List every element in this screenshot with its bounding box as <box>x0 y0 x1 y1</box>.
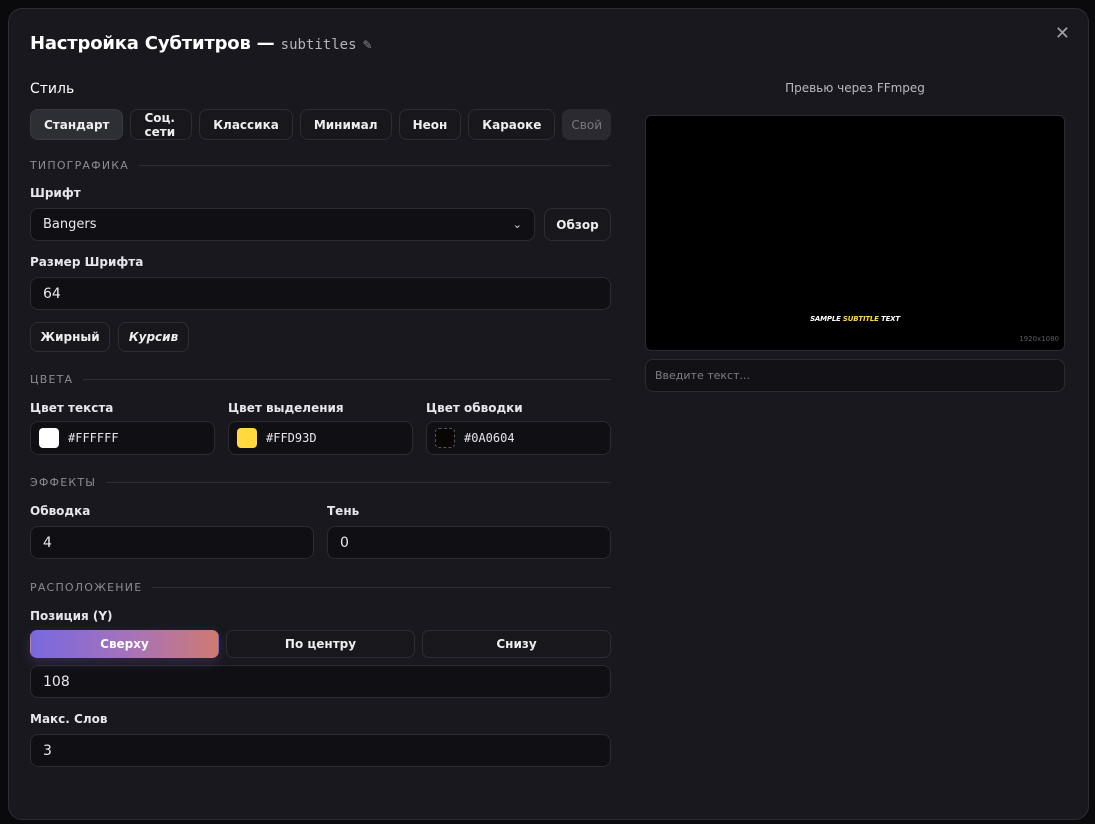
shadow-input[interactable]: 0 <box>327 526 611 559</box>
sample-text-start: SAMPLE <box>810 315 843 323</box>
max-words-label: Макс. Слов <box>30 712 108 726</box>
close-icon[interactable]: ✕ <box>1055 25 1070 43</box>
highlight-color-group: Цвет выделения #FFD93D <box>228 401 413 455</box>
preset-minimal[interactable]: Минимал <box>299 109 392 140</box>
position-top-button[interactable]: Сверху <box>30 630 219 658</box>
highlight-color-hex[interactable]: #FFD93D <box>266 431 317 445</box>
max-words-input[interactable]: 3 <box>30 734 611 767</box>
effects-section-label: ЭФФЕКТЫ <box>30 476 97 489</box>
highlight-color-swatch[interactable] <box>237 428 257 448</box>
outline-color-label: Цвет обводки <box>426 401 523 415</box>
preset-standard[interactable]: Стандарт <box>30 109 124 140</box>
preview-resolution: 1920x1080 <box>1019 335 1059 343</box>
position-options: Сверху По центру Снизу <box>30 630 611 658</box>
preset-custom[interactable]: Свой <box>562 109 611 140</box>
sample-text-highlight: SUBTITLE <box>842 315 879 323</box>
color-fields: Цвет текста #FFFFFF Цвет выделения #FFD9… <box>30 401 611 455</box>
filename: subtitles <box>280 37 357 53</box>
settings-panel: Стиль Стандарт Соц. сети Классика Минима… <box>30 81 611 767</box>
dialog-title: Настройка Субтитров — subtitles ✎ <box>30 33 373 54</box>
outline-color-swatch[interactable] <box>435 428 455 448</box>
effects-divider: ЭФФЕКТЫ <box>30 476 611 489</box>
preset-classic[interactable]: Классика <box>199 109 293 140</box>
font-select-value: Bangers <box>43 217 97 232</box>
font-size-input[interactable]: 64 <box>30 277 611 310</box>
position-center-button[interactable]: По центру <box>226 630 415 658</box>
outline-label: Обводка <box>30 504 91 518</box>
preview-panel: Превью через FFmpeg SAMPLE SUBTITLE TEXT… <box>645 81 1065 392</box>
style-presets: Стандарт Соц. сети Классика Минимал Неон… <box>30 109 611 140</box>
outline-input[interactable]: 4 <box>30 526 314 559</box>
outline-color-field[interactable]: #0A0604 <box>426 421 611 455</box>
preview-text-input[interactable]: Введите текст... <box>645 359 1065 392</box>
browse-button[interactable]: Обзор <box>544 208 611 241</box>
font-label: Шрифт <box>30 186 81 200</box>
typography-section-label: ТИПОГРАФИКА <box>30 159 129 172</box>
divider-line <box>152 587 611 588</box>
text-color-field[interactable]: #FFFFFF <box>30 421 215 455</box>
outline-color-hex[interactable]: #0A0604 <box>464 431 515 445</box>
effects-fields: Обводка 4 Тень 0 <box>30 504 611 559</box>
text-color-group: Цвет текста #FFFFFF <box>30 401 215 455</box>
position-label: Позиция (Y) <box>30 609 113 623</box>
layout-section-label: РАСПОЛОЖЕНИЕ <box>30 581 143 594</box>
colors-section-label: ЦВЕТА <box>30 373 74 386</box>
outline-group: Обводка 4 <box>30 504 314 559</box>
font-select[interactable]: Bangers ⌄ <box>30 208 535 241</box>
text-color-swatch[interactable] <box>39 428 59 448</box>
position-y-input[interactable]: 108 <box>30 665 611 698</box>
position-bottom-button[interactable]: Снизу <box>422 630 611 658</box>
chevron-down-icon: ⌄ <box>512 218 522 231</box>
preview-label: Превью через FFmpeg <box>785 81 925 95</box>
divider-line <box>138 165 611 166</box>
preset-neon[interactable]: Неон <box>398 109 462 140</box>
font-row: Bangers ⌄ Обзор <box>30 208 611 241</box>
text-color-label: Цвет текста <box>30 401 114 415</box>
text-color-hex[interactable]: #FFFFFF <box>68 431 119 445</box>
divider-line <box>83 379 611 380</box>
title-dash: — <box>256 33 275 54</box>
edit-pencil-icon[interactable]: ✎ <box>363 38 373 52</box>
italic-toggle[interactable]: Курсив <box>118 322 189 352</box>
sample-subtitle: SAMPLE SUBTITLE TEXT <box>646 315 1064 323</box>
outline-color-group: Цвет обводки #0A0604 <box>426 401 611 455</box>
divider-line <box>106 482 611 483</box>
highlight-color-field[interactable]: #FFD93D <box>228 421 413 455</box>
style-label: Стиль <box>30 81 75 97</box>
dialog-title-text: Настройка Субтитров <box>30 33 251 54</box>
preview-canvas: SAMPLE SUBTITLE TEXT 1920x1080 <box>645 115 1065 351</box>
font-size-label: Размер Шрифта <box>30 255 144 269</box>
typography-divider: ТИПОГРАФИКА <box>30 159 611 172</box>
preset-social[interactable]: Соц. сети <box>130 109 193 140</box>
shadow-group: Тень 0 <box>327 504 611 559</box>
colors-divider: ЦВЕТА <box>30 373 611 386</box>
layout-divider: РАСПОЛОЖЕНИЕ <box>30 581 611 594</box>
subtitle-settings-dialog: Настройка Субтитров — subtitles ✎ ✕ Стил… <box>8 8 1089 820</box>
font-style-toggles: Жирный Курсив <box>30 322 611 352</box>
bold-toggle[interactable]: Жирный <box>30 322 110 352</box>
sample-text-end: TEXT <box>878 315 900 323</box>
preset-karaoke[interactable]: Караоке <box>468 109 556 140</box>
highlight-color-label: Цвет выделения <box>228 401 344 415</box>
shadow-label: Тень <box>327 504 360 518</box>
